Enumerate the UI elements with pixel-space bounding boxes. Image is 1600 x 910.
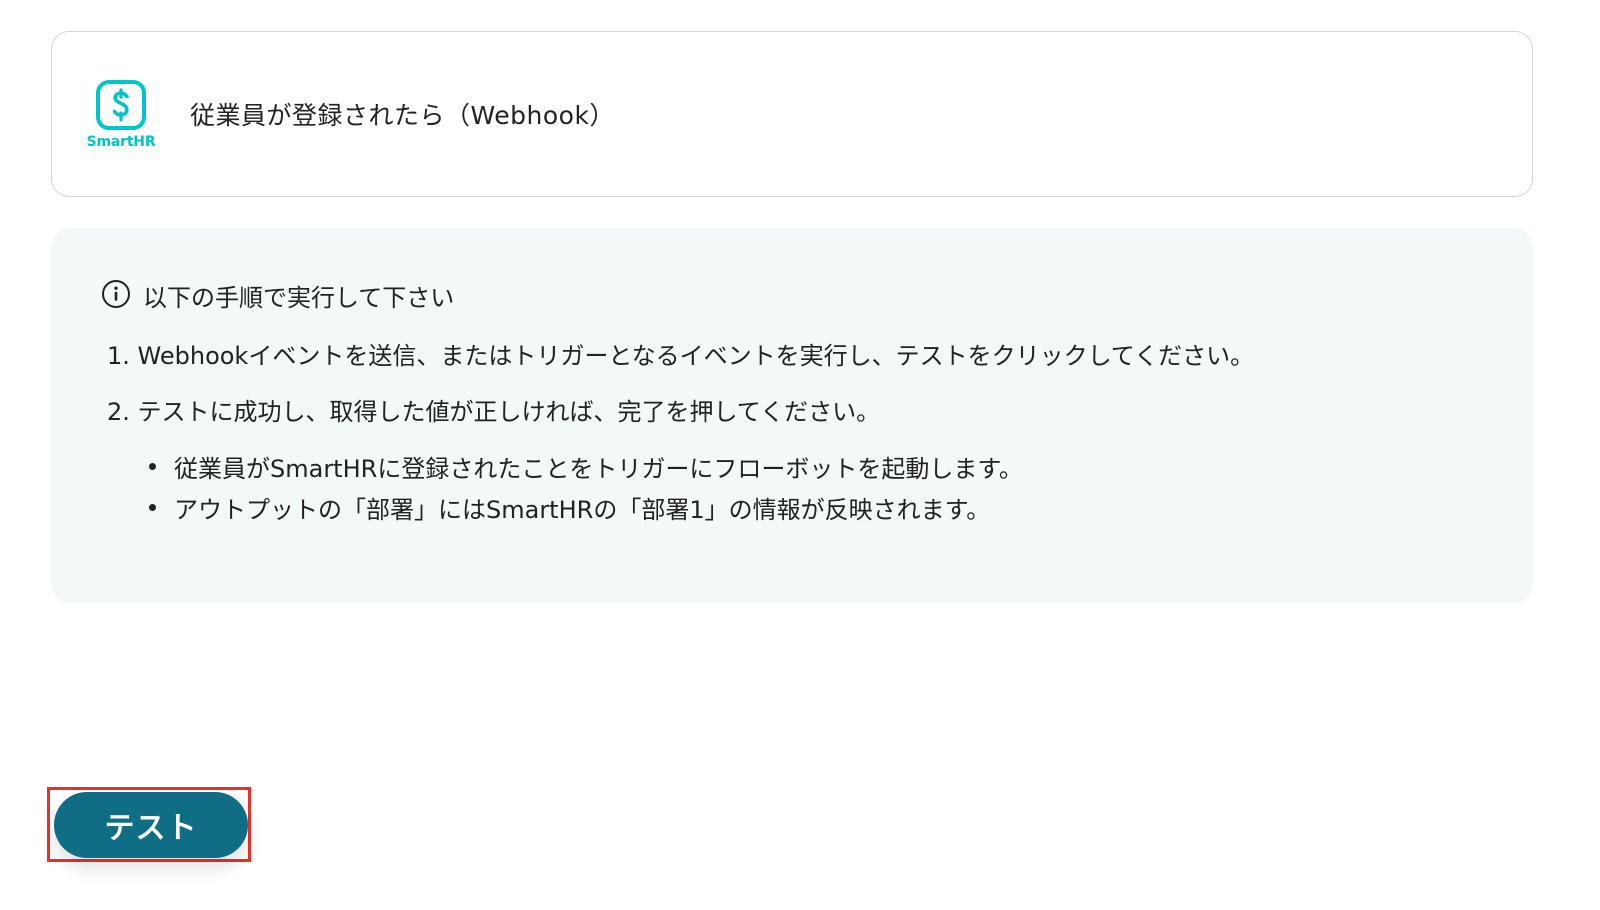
- instruction-step-1: 1. Webhookイベントを送信、またはトリガーとなるイベントを実行し、テスト…: [107, 342, 1255, 370]
- smarthr-logo-text: SmartHR: [86, 134, 156, 150]
- test-button[interactable]: テスト: [54, 792, 248, 858]
- test-button-highlight: テスト: [47, 787, 251, 862]
- bullet-icon: [149, 463, 156, 470]
- instructions-panel: 以下の手順で実行して下さい 1. Webhookイベントを送信、またはトリガーと…: [51, 228, 1533, 603]
- instruction-note-2: アウトプットの「部署」にはSmartHRの「部署1」の情報が反映されます。: [149, 490, 990, 525]
- bullet-icon: [149, 504, 156, 511]
- trigger-card[interactable]: SmartHR 従業員が登録されたら（Webhook）: [51, 31, 1533, 197]
- smarthr-logo-icon: [96, 80, 146, 130]
- instruction-note-1-text: 従業員がSmartHRに登録されたことをトリガーにフローボットを起動します。: [174, 455, 1023, 483]
- instructions-heading: 以下の手順で実行して下さい: [101, 278, 454, 313]
- instruction-step-2: 2. テストに成功し、取得した値が正しければ、完了を押してください。: [107, 398, 881, 426]
- instruction-note-2-text: アウトプットの「部署」にはSmartHRの「部署1」の情報が反映されます。: [174, 496, 991, 524]
- info-icon: [101, 279, 131, 313]
- smarthr-logo: SmartHR: [84, 78, 158, 152]
- instruction-note-1: 従業員がSmartHRに登録されたことをトリガーにフローボットを起動します。: [149, 449, 1023, 484]
- instructions-heading-text: 以下の手順で実行して下さい: [143, 284, 455, 312]
- trigger-title: 従業員が登録されたら（Webhook）: [190, 101, 615, 130]
